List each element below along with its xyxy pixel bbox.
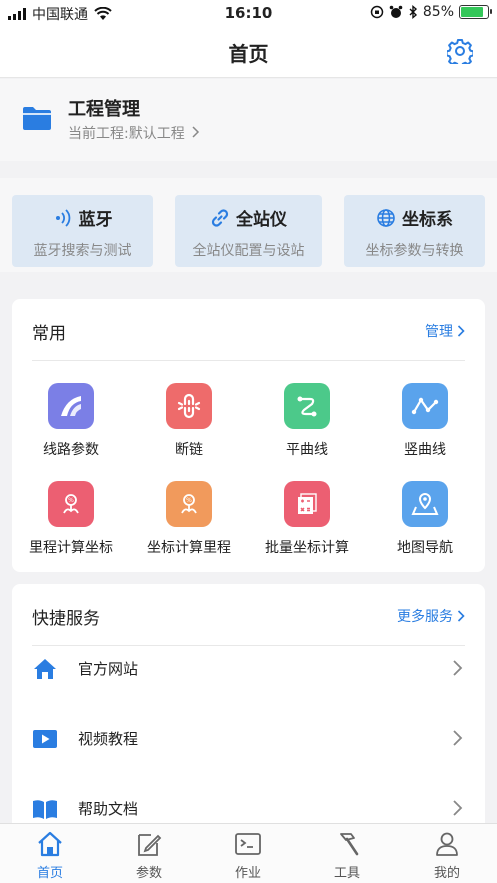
grid-item-label: 里程计算坐标 (29, 540, 113, 556)
terminal-icon (235, 833, 261, 855)
link-icon (211, 208, 229, 227)
svg-text:%: % (68, 497, 74, 504)
grid-item-plane-curve[interactable]: 平曲线 (248, 383, 366, 459)
coordinate-system-tile[interactable]: 坐标系 坐标参数与转换 (344, 195, 485, 267)
quick-tiles: 蓝牙 蓝牙搜索与测试 全站仪 全站仪配置与设站 坐标系 坐标参数与转换 (0, 178, 497, 272)
grid-item-label: 断链 (175, 442, 203, 458)
project-title: 工程管理 (68, 99, 140, 120)
tab-tools[interactable]: 工具 (307, 830, 387, 881)
navigation-bar: 首页 (0, 26, 497, 78)
svg-text:%: % (186, 497, 192, 504)
orientation-lock-icon (370, 5, 384, 19)
grid-item-label: 平曲线 (286, 442, 328, 458)
gear-icon[interactable] (447, 38, 473, 64)
manage-link-label: 管理 (425, 324, 453, 340)
total-station-tile-title: 全站仪 (236, 210, 287, 230)
plane-curve-icon (284, 383, 330, 429)
current-project-text: 当前工程:默认工程 (68, 126, 185, 142)
grid-item-label: 批量坐标计算 (265, 540, 349, 556)
edit-icon (138, 834, 162, 856)
tab-mine[interactable]: 我的 (407, 830, 487, 881)
common-header: 常用 管理 (32, 299, 465, 361)
mileage-to-coordinate-icon: % (48, 481, 94, 527)
tab-label: 作业 (234, 866, 261, 881)
bluetooth-tile-title: 蓝牙 (78, 210, 113, 230)
tab-label: 首页 (36, 866, 63, 881)
tab-label: 我的 (433, 866, 460, 881)
chevron-right-icon (453, 730, 463, 746)
project-management-panel[interactable]: 工程管理 当前工程:默认工程 (0, 79, 497, 161)
status-bar: 中国联通 16:10 85% (0, 0, 497, 26)
map-navigation-icon (402, 481, 448, 527)
common-title: 常用 (32, 324, 66, 344)
service-row-video-tutorials[interactable]: 视频教程 (32, 704, 465, 774)
coordinate-system-tile-subtitle: 坐标参数与转换 (365, 243, 464, 259)
status-right: 85% (370, 4, 492, 20)
services-title: 快捷服务 (32, 609, 100, 629)
tab-label: 工具 (333, 866, 360, 881)
grid-item-vertical-curve[interactable]: 竖曲线 (366, 383, 484, 459)
quick-services-card: 快捷服务 更多服务 官方网站 视频教程 帮助文档 (12, 584, 485, 834)
tab-home[interactable]: 首页 (10, 830, 90, 881)
tab-bar: 首页 参数 作业 工具 我的 (0, 823, 497, 883)
batch-calculate-icon (284, 481, 330, 527)
bluetooth-tile[interactable]: 蓝牙 蓝牙搜索与测试 (12, 195, 153, 267)
globe-icon (377, 208, 395, 227)
grid-item-label: 竖曲线 (404, 442, 446, 458)
manage-link[interactable]: 管理 (425, 321, 465, 341)
grid-item-label: 线路参数 (43, 442, 99, 458)
battery-level (461, 7, 484, 17)
page-title: 首页 (228, 42, 269, 66)
grid-item-broken-chain[interactable]: 断链 (130, 383, 248, 459)
chevron-right-icon (457, 610, 465, 622)
battery-percent: 85% (422, 4, 454, 20)
chevron-right-icon (453, 800, 463, 816)
service-label: 官方网站 (78, 660, 139, 678)
chevron-right-icon (457, 325, 465, 337)
vertical-curve-icon (402, 383, 448, 429)
bluetooth-tile-subtitle: 蓝牙搜索与测试 (33, 243, 132, 259)
service-label: 帮助文档 (78, 800, 139, 818)
broken-chain-icon (166, 383, 212, 429)
coordinate-to-mileage-icon: % (166, 481, 212, 527)
home-icon (38, 831, 62, 857)
bluetooth-icon (55, 208, 70, 227)
grid-item-label: 坐标计算里程 (147, 540, 231, 556)
alarm-icon (389, 5, 403, 18)
battery-icon (459, 5, 492, 19)
user-icon (436, 832, 458, 856)
bluetooth-status-icon (409, 5, 417, 19)
folder-icon (23, 107, 51, 130)
total-station-tile-subtitle: 全站仪配置与设站 (192, 243, 305, 259)
more-services-link[interactable]: 更多服务 (397, 606, 465, 626)
hammer-icon (340, 833, 359, 856)
total-station-tile[interactable]: 全站仪 全站仪配置与设站 (175, 195, 322, 267)
grid-item-map-navigation[interactable]: 地图导航 (366, 481, 484, 557)
more-services-label: 更多服务 (397, 609, 453, 625)
chevron-right-icon (192, 126, 200, 138)
grid-item-coordinate-to-mileage[interactable]: % 坐标计算里程 (130, 481, 248, 557)
coordinate-system-tile-title: 坐标系 (402, 210, 453, 230)
book-icon (33, 800, 57, 819)
route-curve-icon (48, 383, 94, 429)
tab-label: 参数 (135, 866, 162, 881)
common-functions-card: 常用 管理 线路参数 断链 平曲线 竖曲线 % 里程计算坐标 % 坐标计算里程 … (12, 299, 485, 572)
current-project-label[interactable]: 当前工程:默认工程 (68, 123, 200, 143)
grid-item-label: 地图导航 (397, 540, 453, 556)
tab-jobs[interactable]: 作业 (208, 830, 288, 881)
tab-parameters[interactable]: 参数 (109, 830, 189, 881)
service-row-official-website[interactable]: 官方网站 (32, 634, 465, 704)
home-icon (34, 659, 56, 679)
service-label: 视频教程 (78, 730, 139, 748)
grid-item-batch-calculate[interactable]: 批量坐标计算 (248, 481, 366, 557)
video-play-icon (33, 730, 57, 748)
grid-item-route-parameters[interactable]: 线路参数 (12, 383, 130, 459)
grid-item-mileage-to-coordinate[interactable]: % 里程计算坐标 (12, 481, 130, 557)
chevron-right-icon (453, 660, 463, 676)
